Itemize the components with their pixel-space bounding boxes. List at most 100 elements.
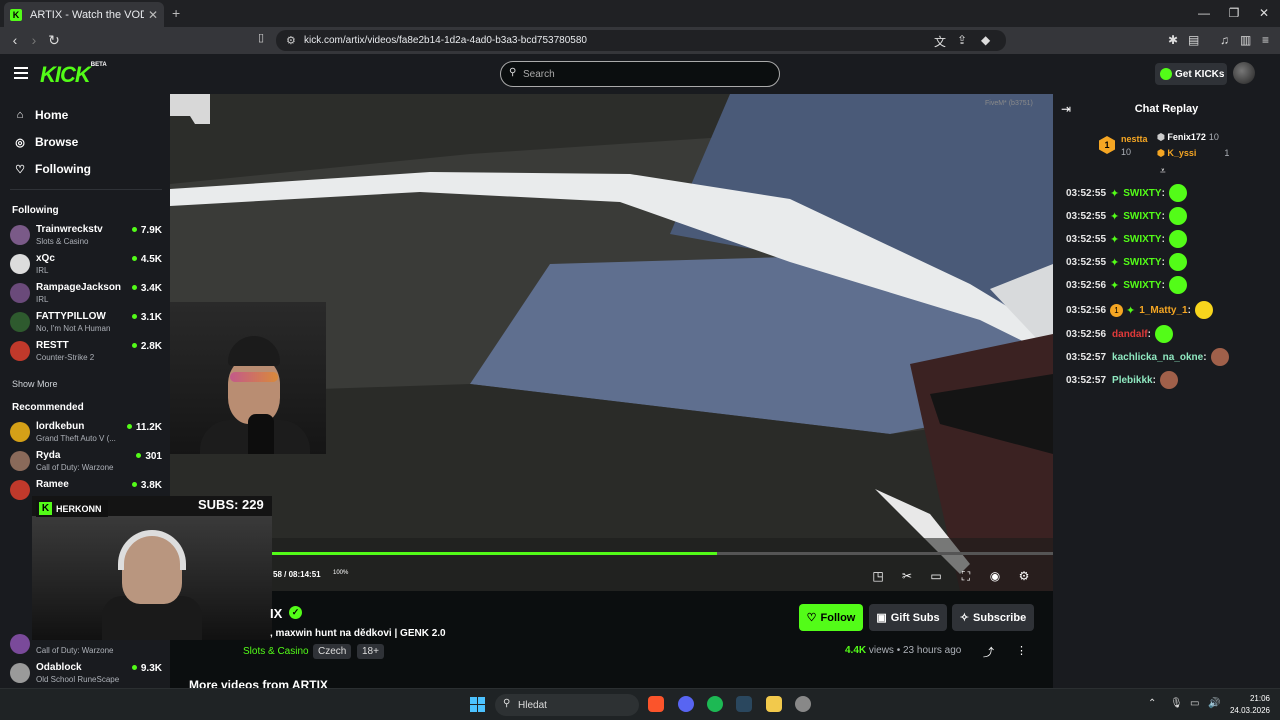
miniplayer-icon[interactable]: ◳ [871, 569, 885, 583]
steam-icon[interactable] [736, 696, 752, 712]
minimize-icon[interactable]: — [1194, 6, 1214, 20]
discord-icon[interactable] [678, 696, 694, 712]
close-window-icon[interactable]: ✕ [1254, 6, 1274, 20]
brave-shield-icon[interactable]: ◆ [981, 33, 990, 47]
share-icon[interactable]: ⤴ [983, 644, 994, 660]
nav-following[interactable]: ♡ Following [12, 160, 91, 178]
expand-gifters-icon[interactable]: ⩡ [1160, 166, 1166, 177]
nav-home[interactable]: ⌂ Home [12, 106, 69, 124]
display-icon[interactable]: ▭ [1190, 698, 1199, 709]
settings-gear-icon[interactable]: ⚙ [1017, 569, 1031, 583]
following-channel[interactable]: RESTT Counter-Strike 2 2.8K [10, 338, 162, 364]
chat-emote-icon [1168, 207, 1187, 225]
following-channel[interactable]: xQc IRL 4.5K [10, 251, 162, 277]
show-more-link[interactable]: Show More [12, 379, 58, 389]
nav-browse[interactable]: ◎ Browse [12, 133, 78, 151]
recommended-channel[interactable]: Odablock Old School RuneScape 9.3K [10, 660, 162, 686]
new-tab-icon[interactable]: + [172, 5, 180, 21]
heart-icon: ♡ [806, 612, 817, 624]
chat-emote-icon [1168, 253, 1187, 271]
app-icon[interactable] [795, 696, 811, 712]
reload-icon[interactable]: ↻ [45, 32, 63, 49]
theater-mode-icon[interactable]: ▭ [929, 569, 943, 583]
chat-username[interactable]: kachlicka_na_okne [1112, 352, 1203, 363]
following-channel[interactable]: RampageJackson IRL 3.4K [10, 280, 162, 306]
close-tab-icon[interactable]: ✕ [148, 8, 158, 22]
sidebar-divider [10, 189, 162, 190]
user-avatar[interactable] [1233, 62, 1255, 84]
channel-category: Slots & Casino [36, 237, 89, 246]
site-info-icon[interactable]: ⚙ [286, 34, 296, 47]
restore-icon[interactable]: ❐ [1224, 6, 1244, 20]
compass-icon: ◎ [15, 136, 25, 149]
search-input[interactable]: ⚲ Search [500, 61, 780, 87]
chat-message: 03:52:57 Plebikkk: [1066, 370, 1178, 390]
recommended-channel[interactable]: Ryda Call of Duty: Warzone 301 [10, 448, 162, 474]
sparkle-badge-icon: ✦ [1110, 187, 1120, 200]
chat-username[interactable]: dandalf [1112, 329, 1148, 340]
fullscreen-icon[interactable]: ⛶ [959, 569, 973, 583]
kick-favicon-icon: K [10, 8, 22, 21]
chat-message: 03:52:56 1 ✦ 1_Matty_1: [1066, 300, 1213, 320]
translate-icon[interactable]: 文 [934, 33, 946, 50]
kick-logo[interactable]: KICKBETA [40, 62, 107, 88]
tray-overflow-icon[interactable]: ⌃ [1148, 698, 1156, 709]
gifter-2[interactable]: ⬢ Fenix172 10 [1157, 132, 1219, 143]
search-icon: ⚲ [503, 698, 511, 709]
following-channel[interactable]: FATTYPILLOW No, I'm Not A Human 3.1K [10, 309, 162, 335]
file-explorer-icon[interactable] [766, 696, 782, 712]
chat-username[interactable]: SWIXTY [1123, 280, 1161, 291]
chat-username[interactable]: 1_Matty_1 [1139, 305, 1187, 316]
chat-username[interactable]: SWIXTY [1123, 234, 1161, 245]
address-bar[interactable]: ⚙ kick.com/artix/videos/fa8e2b14-1d2a-4a… [276, 30, 1006, 51]
system-clock[interactable]: 21:06 24.03.2026 [1226, 693, 1270, 717]
chat-username[interactable]: Plebikkk [1112, 375, 1153, 386]
recommended-section-title: Recommended [12, 402, 84, 413]
chat-message: 03:52:56 dandalf: [1066, 324, 1173, 344]
brave-browser-icon[interactable] [648, 696, 664, 712]
clip-icon[interactable]: ✂ [900, 569, 914, 583]
recommended-channel[interactable]: lordkebun Grand Theft Auto V (... 11.2K [10, 419, 162, 445]
following-channel[interactable]: Trainwreckstv Slots & Casino 7.9K [10, 222, 162, 248]
media-icon[interactable]: ♫ [1220, 33, 1229, 47]
browser-tab[interactable]: K ARTIX - Watch the VOD on Kick ✕ [4, 2, 164, 27]
menu-icon[interactable]: ≡ [1262, 33, 1269, 47]
category-link[interactable]: Slots & Casino [243, 646, 309, 657]
hamburger-menu-icon[interactable] [14, 67, 28, 79]
extensions-icon[interactable]: ✱ [1168, 33, 1178, 47]
channel-avatar [10, 480, 30, 500]
channel-avatar [10, 341, 30, 361]
chat-username[interactable]: SWIXTY [1123, 188, 1161, 199]
follow-button[interactable]: ♡ Follow [799, 604, 863, 631]
tag-language[interactable]: Czech [313, 644, 352, 659]
gifter-3[interactable]: ⬢ K_yssi 1 [1157, 148, 1229, 159]
sidebar-toggle-icon[interactable]: ▥ [1240, 33, 1251, 47]
tag-mature[interactable]: 18+ [357, 644, 384, 659]
spotify-icon[interactable] [707, 696, 723, 712]
gifter-1[interactable]: nestta [1121, 134, 1148, 144]
windows-start-icon[interactable] [470, 697, 485, 712]
verified-badge-icon: ✓ [289, 606, 302, 619]
subscribe-button[interactable]: ✧ Subscribe [952, 604, 1034, 631]
share-page-icon[interactable]: ⇪ [957, 33, 967, 47]
more-options-icon[interactable]: ⋮ [1016, 644, 1027, 657]
gift-subs-button[interactable]: ▣ Gift Subs [869, 604, 947, 631]
tab-manager-icon[interactable]: ▤ [1188, 33, 1199, 47]
video-progress-bar[interactable] [272, 552, 1053, 555]
channel-category: Call of Duty: Warzone [36, 646, 114, 655]
microphone-tray-icon[interactable]: 🎙 [1170, 698, 1183, 709]
viewer-count: 301 [136, 451, 162, 462]
taskbar-search[interactable]: ⚲ Hledat [495, 694, 639, 716]
back-icon[interactable]: ‹ [6, 32, 24, 48]
chat-username[interactable]: SWIXTY [1123, 211, 1161, 222]
volume-icon[interactable]: 🔊 [1208, 698, 1220, 709]
chat-title: Chat Replay [1134, 103, 1199, 115]
playback-speed-icon[interactable]: ◉ [988, 569, 1002, 583]
bookmark-icon[interactable]: ▯ [258, 31, 264, 44]
get-kicks-button[interactable]: Get KICKs [1155, 63, 1227, 85]
chat-username[interactable]: SWIXTY [1123, 257, 1161, 268]
channel-name[interactable]: IX [270, 606, 282, 621]
chat-message: 03:52:55 ✦ SWIXTY: [1066, 252, 1187, 272]
overlay-webcam [32, 496, 272, 640]
forward-icon[interactable]: › [25, 32, 43, 48]
